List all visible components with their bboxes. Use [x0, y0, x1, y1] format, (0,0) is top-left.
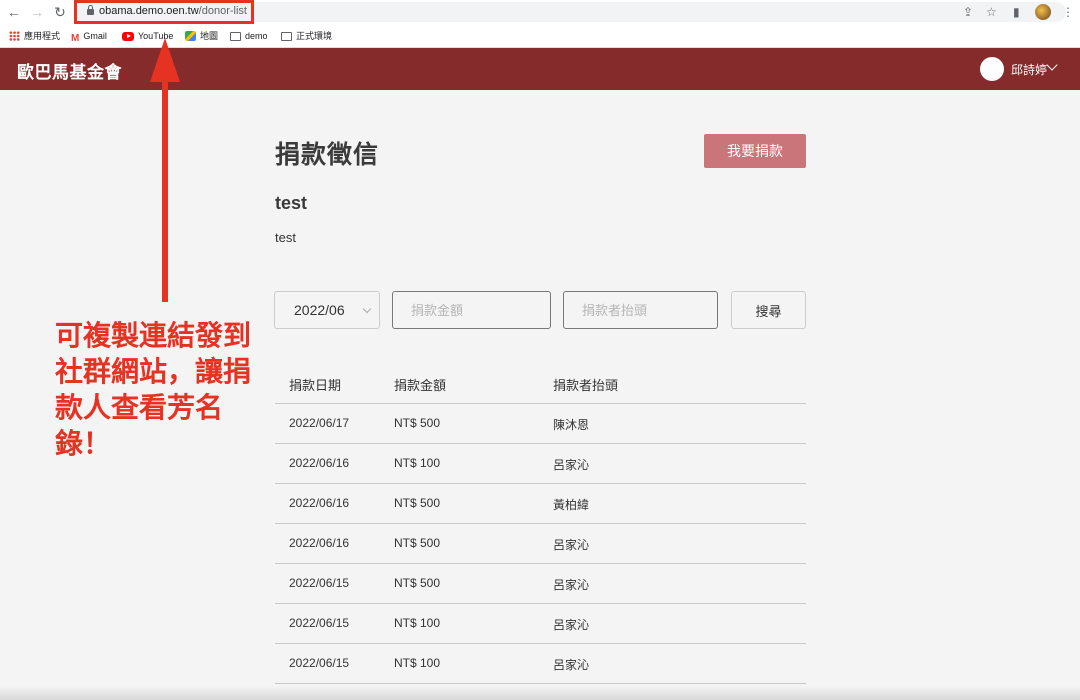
- cell-amount: NT$ 100: [394, 656, 441, 670]
- cell-amount: NT$ 500: [394, 496, 441, 510]
- cell-date: 2022/06/16: [289, 456, 350, 470]
- bookmark-label: 正式環境: [296, 31, 333, 41]
- table-row: 2022/06/15 NT$ 500 呂家沁: [275, 563, 806, 603]
- annotation-line: 款人查看芳名: [55, 391, 224, 424]
- cell-donor: 陳沐恩: [553, 418, 590, 432]
- bookmark-prod[interactable]: 正式環境: [281, 29, 332, 43]
- bookmark-label: demo: [245, 31, 268, 41]
- cell-amount: NT$ 500: [394, 416, 441, 430]
- gmail-icon: M: [71, 33, 80, 44]
- cell-amount: NT$ 100: [394, 456, 441, 470]
- star-icon[interactable]: ☆: [986, 4, 997, 20]
- page-title: 捐款徵信: [275, 141, 380, 169]
- url-text: obama.demo.oen.tw/donor-list: [99, 5, 247, 17]
- apps-grid-icon: [9, 31, 20, 41]
- url-path: /donor-list: [198, 5, 247, 17]
- folder-icon: [281, 32, 292, 41]
- reload-icon[interactable]: ↻: [51, 3, 69, 21]
- arrow-up-icon: [150, 38, 180, 82]
- annotation-line: 社群網站，讓捐: [55, 355, 252, 388]
- cell-date: 2022/06/16: [289, 496, 350, 510]
- user-avatar[interactable]: [980, 57, 1004, 81]
- bookmark-label: 地圖: [200, 31, 219, 41]
- table-row: 2022/06/16 NT$ 100 呂家沁: [275, 443, 806, 483]
- search-button[interactable]: 搜尋: [731, 291, 806, 329]
- annotation-text: 可複製連結發到 社群網站，讓捐 款人查看芳名 錄！: [55, 318, 275, 462]
- cell-donor: 呂家沁: [553, 618, 590, 632]
- menu-kebab-icon[interactable]: ⋮: [1062, 4, 1074, 20]
- cell-amount: NT$ 500: [394, 576, 441, 590]
- lock-icon: [87, 5, 94, 15]
- url-highlight-box[interactable]: obama.demo.oen.tw/donor-list: [74, 0, 254, 24]
- column-header-date: 捐款日期: [289, 378, 342, 393]
- bookmark-maps[interactable]: 地圖: [185, 29, 218, 43]
- table-row: 2022/06/15 NT$ 100 呂家沁: [275, 643, 806, 683]
- campaign-title: test: [275, 193, 308, 213]
- amount-input[interactable]: [392, 291, 551, 329]
- cell-date: 2022/06/15: [289, 616, 350, 630]
- maps-icon: [185, 31, 196, 41]
- cell-date: 2022/06/17: [289, 416, 350, 430]
- table-row: 2022/06/17 NT$ 500 陳沐恩: [275, 403, 806, 443]
- column-header-donor: 捐款者抬頭: [553, 378, 619, 393]
- bottom-fade: [0, 686, 1080, 700]
- cell-donor: 黃柏緯: [553, 498, 590, 512]
- donor-name-input[interactable]: [563, 291, 718, 329]
- forward-arrow-icon[interactable]: →: [28, 3, 46, 21]
- cell-date: 2022/06/15: [289, 656, 350, 670]
- campaign-description: test: [275, 230, 296, 245]
- sidepanel-icon[interactable]: ▮: [1013, 4, 1020, 20]
- annotation-line: 錄！: [55, 427, 112, 460]
- back-arrow-icon[interactable]: ←: [5, 3, 23, 21]
- profile-avatar-icon[interactable]: [1035, 4, 1051, 20]
- share-icon[interactable]: ⇪: [963, 4, 973, 20]
- annotation-line: 可複製連結發到: [55, 319, 252, 352]
- cell-date: 2022/06/15: [289, 576, 350, 590]
- browser-toolbar: ← → ↻ obama.demo.oen.tw/donor-list ⇪ ☆ ▮…: [0, 0, 1080, 24]
- cell-donor: 呂家沁: [553, 578, 590, 592]
- table-row: 2022/06/16 NT$ 500 呂家沁: [275, 523, 806, 563]
- donate-button[interactable]: 我要捐款: [704, 134, 806, 168]
- table-row: 2022/06/15 NT$ 100 呂家沁: [275, 603, 806, 643]
- cell-donor: 呂家沁: [553, 658, 590, 672]
- bookmark-demo[interactable]: demo: [230, 29, 268, 43]
- bookmark-gmail[interactable]: M Gmail: [71, 29, 107, 44]
- bookmark-label: 應用程式: [24, 31, 61, 41]
- cell-amount: NT$ 500: [394, 536, 441, 550]
- url-host: obama.demo.oen.tw: [99, 5, 199, 17]
- cell-date: 2022/06/16: [289, 536, 350, 550]
- annotation-arrow: [162, 78, 168, 302]
- cell-amount: NT$ 100: [394, 616, 441, 630]
- column-header-amount: 捐款金額: [394, 378, 447, 393]
- chevron-down-icon[interactable]: [1046, 59, 1058, 71]
- youtube-icon: [122, 32, 134, 41]
- bookmark-apps[interactable]: 應用程式: [9, 29, 60, 43]
- username[interactable]: 邱詩婷: [1011, 61, 1047, 78]
- brand-logo-text[interactable]: 歐巴馬基金會: [17, 58, 122, 83]
- bookmark-label: Gmail: [83, 31, 107, 41]
- table-row: 2022/06/16 NT$ 500 黃柏緯: [275, 483, 806, 523]
- cell-donor: 呂家沁: [553, 458, 590, 472]
- folder-icon: [230, 32, 241, 41]
- cell-donor: 呂家沁: [553, 538, 590, 552]
